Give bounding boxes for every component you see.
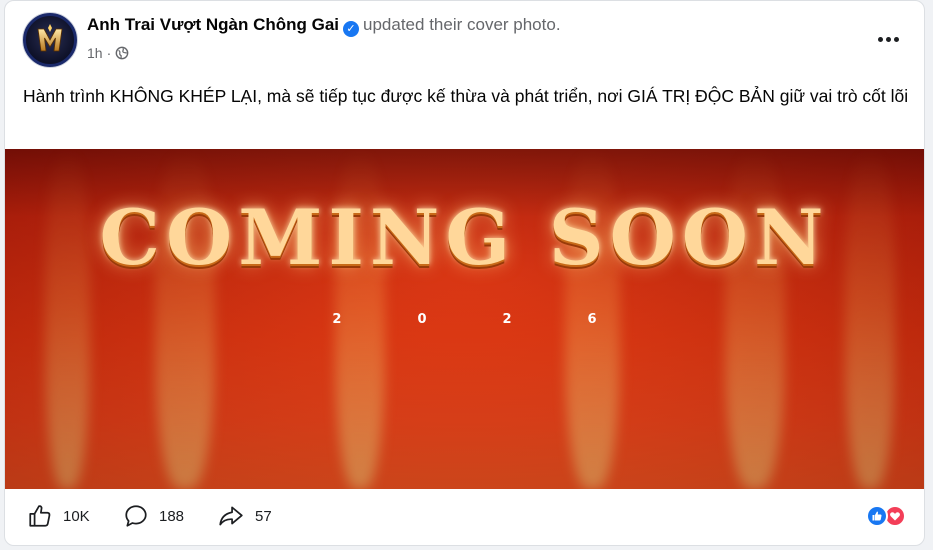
- like-button[interactable]: 10K: [27, 503, 90, 529]
- share-arrow-icon: [219, 506, 243, 526]
- reactions-summary[interactable]: [866, 505, 906, 527]
- comment-count: 188: [159, 507, 185, 525]
- post-caption: Hành trình KHÔNG KHÉP LẠI, mà sẽ tiếp tụ…: [23, 86, 909, 106]
- share-count: 57: [255, 507, 272, 525]
- meta-separator: ·: [106, 45, 112, 61]
- globe-icon[interactable]: [115, 46, 129, 60]
- more-options-button[interactable]: [870, 27, 906, 51]
- post-footer: 10K 188 57: [5, 489, 924, 545]
- post-action-text: updated their cover photo.: [363, 15, 561, 34]
- post-title-line: Anh Trai Vượt Ngàn Chông Gai ✓ updated the…: [87, 15, 561, 37]
- more-options-icon: [877, 36, 883, 42]
- post-timestamp[interactable]: 1h: [87, 45, 103, 61]
- like-count: 10K: [63, 507, 90, 525]
- cover-headline: COMING SOON: [99, 193, 830, 282]
- more-options-dot: [893, 36, 899, 42]
- cover-year: 2026: [332, 312, 673, 327]
- post-meta: 1h ·: [87, 45, 129, 61]
- cover-photo[interactable]: COMING SOON 2026: [5, 149, 924, 489]
- post-header: Anh Trai Vượt Ngàn Chông Gai ✓ updated the…: [5, 1, 924, 77]
- like-reaction-icon: [866, 505, 888, 527]
- page-logo-icon: [37, 24, 63, 52]
- page-avatar[interactable]: [23, 13, 77, 67]
- comment-button[interactable]: 188: [123, 503, 184, 529]
- post-card: Anh Trai Vượt Ngàn Chông Gai ✓ updated the…: [4, 0, 925, 546]
- page-name-link[interactable]: Anh Trai Vượt Ngàn Chông Gai: [87, 15, 339, 34]
- share-button[interactable]: 57: [217, 503, 272, 529]
- comment-bubble-icon: [125, 505, 147, 527]
- more-options-dot: [885, 36, 891, 42]
- verified-badge-icon: ✓: [343, 21, 360, 37]
- thumbs-up-icon: [29, 505, 51, 527]
